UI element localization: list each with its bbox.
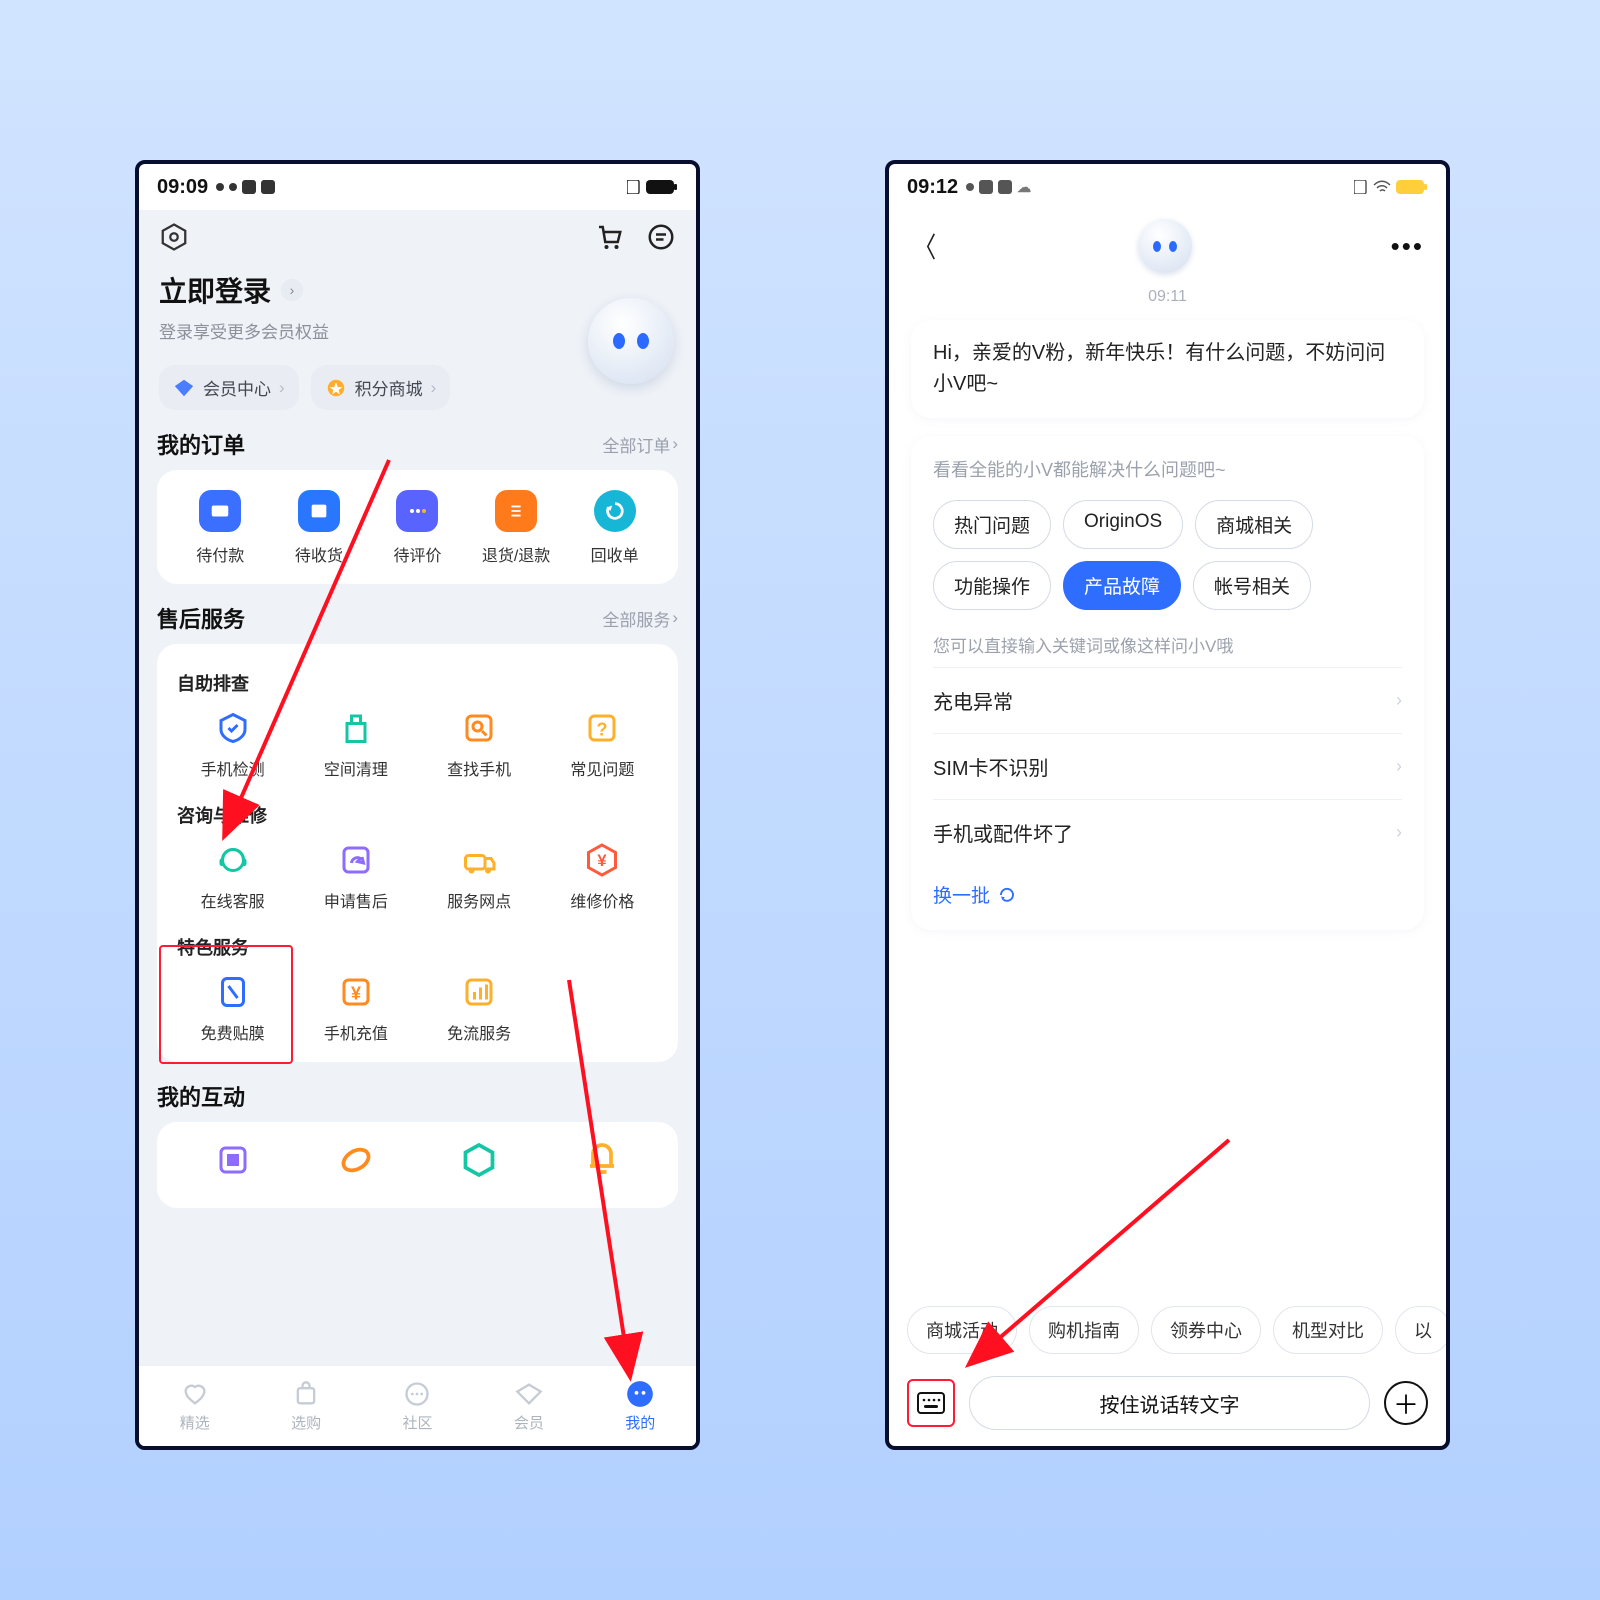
group-consult: 咨询与维修 bbox=[177, 802, 664, 828]
login-button[interactable]: 立即登录 › bbox=[159, 270, 676, 310]
bot-avatar bbox=[1138, 219, 1192, 273]
apply-aftersale[interactable]: 申请售后 bbox=[294, 842, 417, 912]
nav-shop[interactable]: 选购 bbox=[250, 1380, 361, 1433]
member-center-chip[interactable]: 会员中心› bbox=[159, 365, 299, 410]
card-head: 看看全能的小V都能解决什么问题吧~ bbox=[933, 456, 1402, 482]
interaction-grid bbox=[157, 1122, 678, 1208]
orders-grid: 待付款 待收货 待评价 退货/退款 回收单 bbox=[157, 470, 678, 584]
faq-charging[interactable]: 充电异常› bbox=[933, 667, 1402, 733]
interaction-4[interactable] bbox=[541, 1142, 664, 1178]
pill-mall[interactable]: 商城相关 bbox=[1195, 500, 1313, 549]
statusbar: 09:12 ☁ bbox=[889, 164, 1446, 210]
status-time: 09:12 bbox=[907, 176, 958, 199]
orders-title: 我的订单 bbox=[157, 428, 245, 460]
quick-row: 商城活动 购机指南 领券中心 机型对比 以 bbox=[889, 1306, 1446, 1354]
login-title: 立即登录 bbox=[159, 270, 271, 310]
pill-account[interactable]: 帐号相关 bbox=[1193, 561, 1311, 610]
faq-broken[interactable]: 手机或配件坏了› bbox=[933, 799, 1402, 865]
greeting-bubble: Hi，亲爱的V粉，新年快乐！有什么问题，不妨问问小V吧~ bbox=[911, 320, 1424, 418]
card-tip: 您可以直接输入关键词或像这样问小V哦 bbox=[933, 632, 1402, 657]
message-icon[interactable] bbox=[646, 222, 676, 252]
quick-coupon[interactable]: 领券中心 bbox=[1151, 1306, 1261, 1354]
pill-originos[interactable]: OriginOS bbox=[1063, 500, 1183, 549]
find-phone[interactable]: 查找手机 bbox=[418, 710, 541, 780]
order-pending-receive[interactable]: 待收货 bbox=[270, 490, 369, 566]
settings-icon[interactable] bbox=[159, 222, 189, 252]
faq-sim[interactable]: SIM卡不识别› bbox=[933, 733, 1402, 799]
online-service[interactable]: 在线客服 bbox=[171, 842, 294, 912]
points-mall-chip[interactable]: 积分商城› bbox=[311, 365, 451, 410]
battery-icon bbox=[646, 180, 678, 194]
order-refund[interactable]: 退货/退款 bbox=[467, 490, 566, 566]
chat-timestamp: 09:11 bbox=[889, 288, 1446, 306]
cart-icon[interactable] bbox=[594, 222, 624, 252]
quick-mall-activity[interactable]: 商城活动 bbox=[907, 1306, 1017, 1354]
chip-label: 积分商城 bbox=[355, 375, 423, 400]
status-time: 09:09 bbox=[157, 176, 208, 199]
right-phone: 09:12 ☁ 〈 ••• 09:11 Hi，亲爱的V粉，新年快乐！有什么问题，… bbox=[885, 160, 1450, 1450]
group-self-check: 自助排查 bbox=[177, 670, 664, 696]
interaction-3[interactable] bbox=[418, 1142, 541, 1178]
nav-featured[interactable]: 精选 bbox=[139, 1380, 250, 1433]
pill-hot[interactable]: 热门问题 bbox=[933, 500, 1051, 549]
order-pending-review[interactable]: 待评价 bbox=[368, 490, 467, 566]
order-recycle[interactable]: 回收单 bbox=[565, 490, 664, 566]
repair-price[interactable]: ¥维修价格 bbox=[541, 842, 664, 912]
refresh-button[interactable]: 换一批 bbox=[933, 881, 1402, 908]
sim-icon bbox=[1354, 180, 1368, 194]
avatar[interactable] bbox=[588, 298, 674, 384]
phone-check[interactable]: 手机检测 bbox=[171, 710, 294, 780]
interaction-title: 我的互动 bbox=[157, 1080, 245, 1112]
free-data[interactable]: 免流服务 bbox=[418, 974, 541, 1044]
more-button[interactable]: ••• bbox=[1391, 231, 1424, 262]
phone-recharge[interactable]: ¥手机充值 bbox=[294, 974, 417, 1044]
input-bar: 按住说话转文字 ＋ bbox=[889, 1376, 1446, 1430]
aftersale-card: 自助排查 手机检测 空间清理 查找手机 ?常见问题 咨询与维修 在线客服 申请售… bbox=[157, 644, 678, 1062]
bottom-nav: 精选 选购 社区 会员 我的 bbox=[139, 1365, 696, 1446]
nav-community[interactable]: 社区 bbox=[362, 1380, 473, 1433]
sim-icon bbox=[627, 180, 641, 194]
suggestion-card: 看看全能的小V都能解决什么问题吧~ 热门问题 OriginOS 商城相关 功能操… bbox=[911, 436, 1424, 930]
svg-text:¥: ¥ bbox=[598, 852, 608, 870]
service-network[interactable]: 服务网点 bbox=[418, 842, 541, 912]
space-clean[interactable]: 空间清理 bbox=[294, 710, 417, 780]
back-button[interactable]: 〈 bbox=[914, 226, 936, 266]
order-pending-pay[interactable]: 待付款 bbox=[171, 490, 270, 566]
interaction-2[interactable] bbox=[294, 1142, 417, 1178]
refresh-icon bbox=[998, 886, 1016, 904]
interaction-1[interactable] bbox=[171, 1142, 294, 1178]
voice-input[interactable]: 按住说话转文字 bbox=[969, 1376, 1370, 1430]
left-phone: 09:09 bbox=[135, 160, 700, 1450]
keyboard-icon bbox=[917, 1392, 945, 1414]
quick-buy-guide[interactable]: 购机指南 bbox=[1029, 1306, 1139, 1354]
chip-label: 会员中心 bbox=[203, 375, 271, 400]
pill-function[interactable]: 功能操作 bbox=[933, 561, 1051, 610]
nav-mine[interactable]: 我的 bbox=[585, 1380, 696, 1433]
free-film[interactable]: 免费贴膜 bbox=[171, 974, 294, 1044]
wifi-icon bbox=[1373, 180, 1391, 194]
aftersale-title: 售后服务 bbox=[157, 602, 245, 634]
keyboard-button[interactable] bbox=[907, 1379, 955, 1427]
pill-fault[interactable]: 产品故障 bbox=[1063, 561, 1181, 610]
chevron-right-icon: › bbox=[281, 279, 303, 301]
faq[interactable]: ?常见问题 bbox=[541, 710, 664, 780]
orders-more[interactable]: 全部订单› bbox=[602, 432, 678, 457]
aftersale-more[interactable]: 全部服务› bbox=[602, 606, 678, 631]
svg-text:?: ? bbox=[597, 720, 608, 740]
battery-icon bbox=[1396, 180, 1428, 194]
quick-more[interactable]: 以 bbox=[1395, 1306, 1446, 1354]
quick-model-compare[interactable]: 机型对比 bbox=[1273, 1306, 1383, 1354]
plus-button[interactable]: ＋ bbox=[1384, 1381, 1428, 1425]
nav-member[interactable]: 会员 bbox=[473, 1380, 584, 1433]
statusbar: 09:09 bbox=[139, 164, 696, 210]
svg-text:¥: ¥ bbox=[351, 984, 361, 1004]
group-special: 特色服务 bbox=[177, 934, 664, 960]
